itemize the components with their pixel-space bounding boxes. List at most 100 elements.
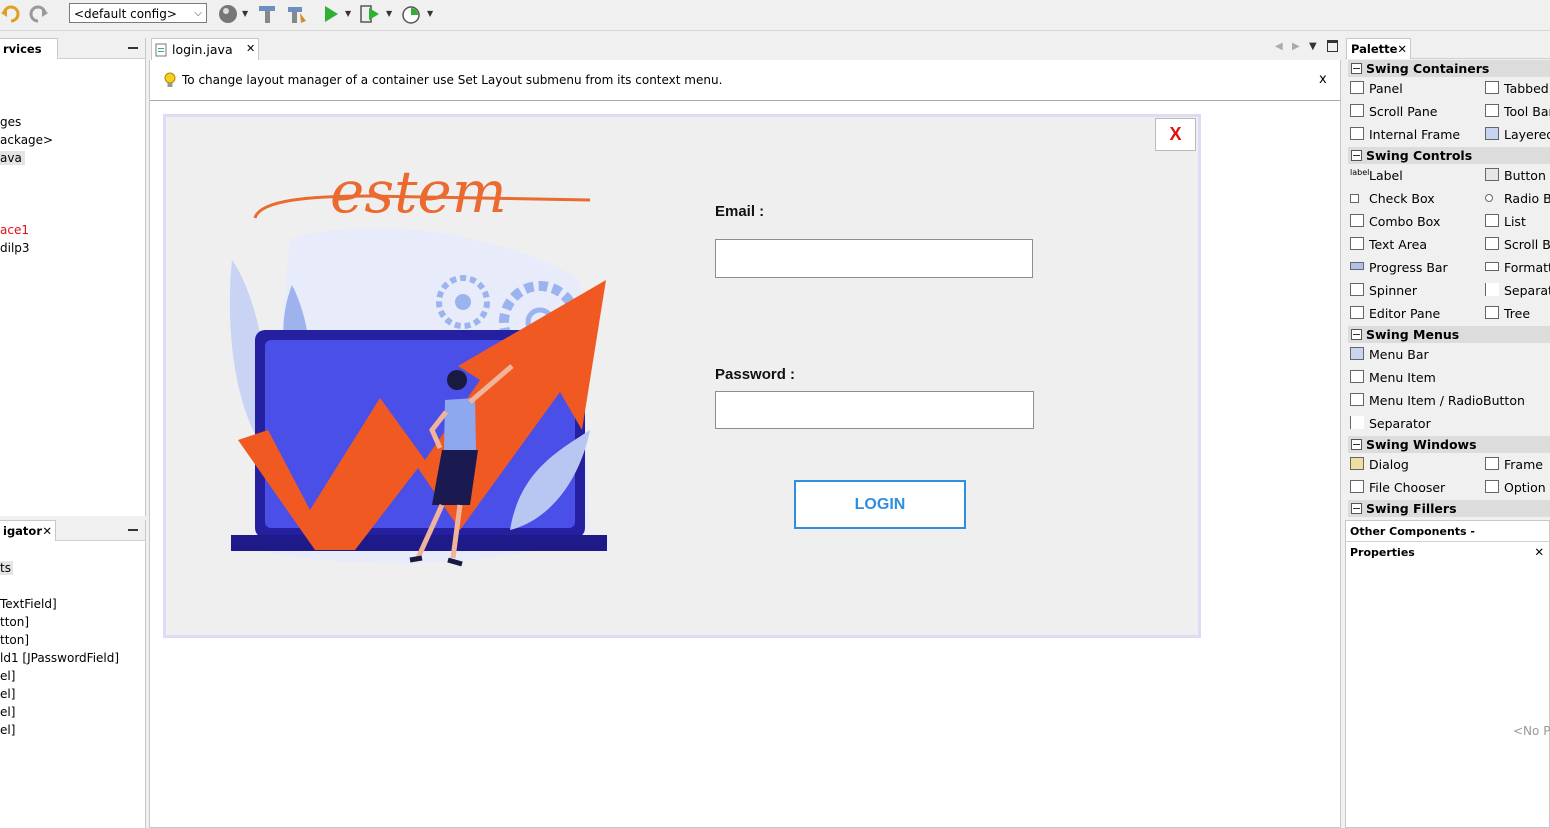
- collapse-icon: [1351, 63, 1362, 74]
- palette-item-label[interactable]: Label: [1369, 168, 1403, 183]
- maximize-icon[interactable]: [1327, 40, 1338, 52]
- estem-logo: estem: [253, 158, 591, 226]
- palette-item-menu-item[interactable]: Menu Item: [1369, 370, 1436, 385]
- logo-text: estem: [330, 158, 507, 226]
- tree-item-selected[interactable]: ts: [0, 561, 13, 575]
- password-field[interactable]: [715, 391, 1034, 429]
- palette-item-tabbed[interactable]: Tabbed: [1504, 81, 1549, 96]
- palette-item-tool-bar[interactable]: Tool Bar: [1504, 104, 1550, 119]
- tree-item-selected[interactable]: ava: [0, 151, 25, 165]
- services-panel-header: rvices: [0, 38, 145, 59]
- palette-category-controls[interactable]: Swing Controls: [1348, 147, 1550, 164]
- editor-tabbar: ◀ ▶ ▼: [149, 38, 1341, 60]
- config-select[interactable]: <default config> ⌵: [69, 3, 207, 23]
- palette-category-windows[interactable]: Swing Windows: [1348, 436, 1550, 453]
- dropdown-arrow-icon[interactable]: ▼: [427, 9, 433, 18]
- minimize-icon[interactable]: [128, 529, 138, 531]
- palette-item-check-box[interactable]: Check Box: [1369, 191, 1435, 206]
- tab-services[interactable]: rvices: [0, 38, 58, 59]
- navigator-panel-header: igator ✕: [0, 520, 145, 541]
- palette-item-progress-bar[interactable]: Progress Bar: [1369, 260, 1448, 275]
- hint-close-button[interactable]: x: [1319, 72, 1327, 87]
- palette-item-internal-frame[interactable]: Internal Frame: [1369, 127, 1460, 142]
- properties-panel: Other Components - Properties ✕ <No Pr: [1345, 520, 1550, 828]
- palette-item-frame[interactable]: Frame: [1504, 457, 1543, 472]
- internal-frame-icon: [1350, 127, 1364, 140]
- tree-item[interactable]: tton]: [0, 633, 29, 647]
- tree-item[interactable]: TextField]: [0, 597, 57, 611]
- palette-item-menu-separator[interactable]: Separator: [1369, 416, 1431, 431]
- palette-item-menu-bar[interactable]: Menu Bar: [1369, 347, 1429, 362]
- palette-item-panel[interactable]: Panel: [1369, 81, 1403, 96]
- tree-item[interactable]: ace1: [0, 223, 29, 237]
- menu-item-radio-icon: [1350, 393, 1364, 406]
- close-icon[interactable]: ✕: [1397, 39, 1407, 59]
- tree-item[interactable]: el]: [0, 705, 15, 719]
- close-icon[interactable]: ✕: [42, 521, 52, 541]
- minimize-icon[interactable]: [128, 47, 138, 49]
- tree-item[interactable]: ges: [0, 115, 21, 129]
- palette-item-list[interactable]: List: [1504, 214, 1526, 229]
- tab-login-java-label: login.java: [172, 42, 233, 57]
- tab-properties[interactable]: Other Components - Properties ✕: [1346, 521, 1547, 559]
- palette-item-option[interactable]: Option F: [1504, 480, 1550, 495]
- tree-item[interactable]: ld1 [JPasswordField]: [0, 651, 119, 665]
- email-field[interactable]: [715, 239, 1033, 278]
- gear-icon: [455, 294, 471, 310]
- palette-category-fillers[interactable]: Swing Fillers: [1348, 500, 1550, 517]
- palette-item-text-area[interactable]: Text Area: [1369, 237, 1427, 252]
- palette-category-label: Swing Controls: [1366, 148, 1473, 163]
- tab-palette[interactable]: Palette ✕: [1346, 38, 1411, 59]
- clean-build-icon[interactable]: [286, 3, 308, 25]
- form-close-button[interactable]: X: [1155, 118, 1196, 151]
- palette-item-tree[interactable]: Tree: [1504, 306, 1530, 321]
- palette-item-formatted[interactable]: Formatt: [1504, 260, 1550, 275]
- palette-item-combo-box[interactable]: Combo Box: [1369, 214, 1440, 229]
- collapse-icon: [1351, 439, 1362, 450]
- debug-icon[interactable]: [359, 3, 381, 25]
- dropdown-arrow-icon[interactable]: ▼: [242, 9, 248, 18]
- scroll-right-icon[interactable]: ▶: [1292, 41, 1300, 52]
- tree-item[interactable]: tton]: [0, 615, 29, 629]
- palette-item-menu-item-radio[interactable]: Menu Item / RadioButton: [1369, 393, 1525, 408]
- close-icon[interactable]: ✕: [1534, 542, 1544, 562]
- palette-item-separator[interactable]: Separat: [1504, 283, 1550, 298]
- tree-item[interactable]: el]: [0, 669, 15, 683]
- palette-category-menus[interactable]: Swing Menus: [1348, 326, 1550, 343]
- scroll-left-icon[interactable]: ◀: [1275, 41, 1283, 52]
- palette-item-radio-button[interactable]: Radio Bu: [1504, 191, 1550, 206]
- build-icon[interactable]: [256, 3, 278, 25]
- java-file-icon: [155, 43, 167, 57]
- palette-item-dialog[interactable]: Dialog: [1369, 457, 1409, 472]
- palette-category-label: Swing Menus: [1366, 327, 1460, 342]
- panel-icon: [1350, 81, 1364, 94]
- tree-item[interactable]: el]: [0, 687, 15, 701]
- palette-item-layered[interactable]: Layered: [1504, 127, 1550, 142]
- login-button[interactable]: LOGIN: [794, 480, 966, 529]
- palette-item-spinner[interactable]: Spinner: [1369, 283, 1417, 298]
- close-icon[interactable]: ✕: [246, 42, 255, 55]
- combo-box-icon: [1350, 214, 1364, 227]
- menu-bar-icon: [1350, 347, 1364, 360]
- tab-navigator[interactable]: igator ✕: [0, 520, 56, 541]
- palette-category-containers[interactable]: Swing Containers: [1348, 60, 1550, 77]
- palette-item-scroll-pane[interactable]: Scroll Pane: [1369, 104, 1438, 119]
- profile-icon[interactable]: [400, 3, 422, 25]
- label-icon: label: [1350, 168, 1370, 177]
- dropdown-arrow-icon[interactable]: ▼: [345, 9, 351, 18]
- undo-icon[interactable]: [0, 3, 22, 25]
- run-icon[interactable]: [320, 3, 342, 25]
- palette-item-scroll-bar[interactable]: Scroll Ba: [1504, 237, 1550, 252]
- globe-icon[interactable]: [217, 3, 239, 25]
- tree-item[interactable]: ackage>: [0, 133, 53, 147]
- tree-item[interactable]: dilp3: [0, 241, 30, 255]
- palette-item-file-chooser[interactable]: File Chooser: [1369, 480, 1445, 495]
- palette-item-editor-pane[interactable]: Editor Pane: [1369, 306, 1440, 321]
- email-label: Email :: [715, 203, 765, 220]
- palette-item-button[interactable]: Button: [1504, 168, 1546, 183]
- redo-icon[interactable]: [27, 3, 49, 25]
- tab-login-java[interactable]: login.java ✕: [151, 38, 259, 60]
- dropdown-arrow-icon[interactable]: ▼: [386, 9, 392, 18]
- tree-item[interactable]: el]: [0, 723, 15, 737]
- tab-list-icon[interactable]: ▼: [1309, 41, 1317, 52]
